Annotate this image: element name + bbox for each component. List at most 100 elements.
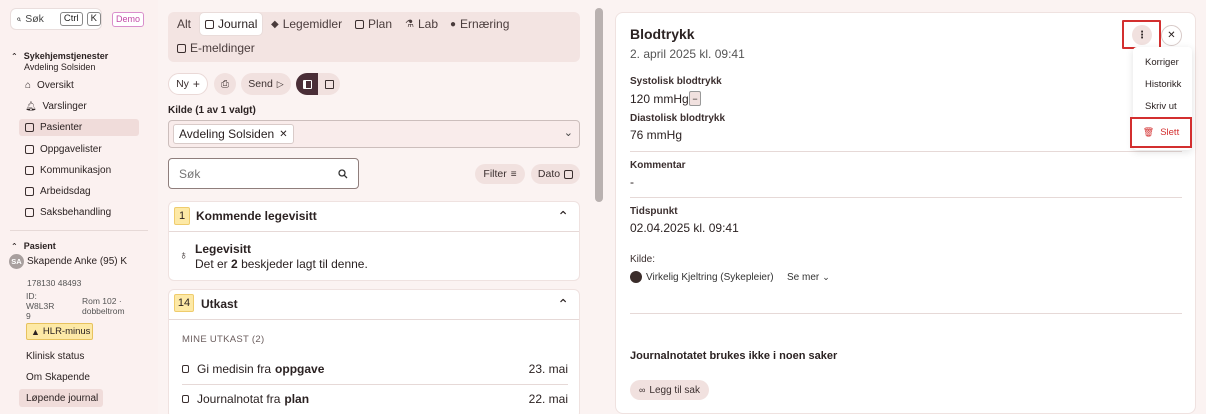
close-button[interactable]: ✕ [1161, 25, 1182, 46]
sidebar-item-pasienter[interactable]: Pasienter [19, 119, 139, 136]
chevron-up-icon[interactable]: ⌃ [557, 296, 569, 313]
tab-label: Plan [368, 17, 393, 31]
section-title: Sykehjemstjenester [23, 51, 109, 61]
draft-row[interactable]: Gi medisin fra oppgave 23. mai [182, 356, 568, 382]
tab-legemidler[interactable]: ◆ Legemidler [266, 13, 347, 35]
divider [630, 313, 1182, 314]
patient-nav-label: Løpende journal [26, 392, 99, 404]
divider [630, 197, 1182, 198]
list-view-toggle[interactable] [318, 73, 340, 95]
legevisitt-text-count: 2 [231, 257, 238, 271]
source-chip[interactable]: Avdeling Solsiden ✕ [173, 124, 294, 144]
drafts-count-badge: 14 [174, 294, 194, 312]
room-number: Rom 102 · [82, 296, 122, 306]
filter-label: Filter [483, 168, 507, 180]
date-label: Dato [537, 168, 561, 180]
draft-row-bold: plan [284, 392, 310, 406]
detail-title: Blodtrykk [630, 26, 695, 42]
draft-row-prefix: Gi medisin fra [197, 362, 272, 376]
split-view-toggle[interactable] [296, 73, 318, 95]
kbd-ctrl: Ctrl [59, 12, 83, 26]
patient-nav-lopende-journal[interactable]: Løpende journal [19, 389, 103, 407]
warning-icon: ▲ [31, 326, 40, 337]
tab-alt[interactable]: Alt [172, 13, 196, 35]
tab-lab[interactable]: ⚗︎ Lab [400, 13, 443, 35]
draft-row[interactable]: Journalnotat fra plan 22. mai [182, 386, 568, 412]
source-filter-label: Kilde (1 av 1 valgt) [168, 105, 256, 116]
kbd-k: K [86, 12, 101, 26]
patient-name: Skapende Anke (95) K [27, 256, 128, 267]
print-button[interactable]: ⎙ [214, 73, 236, 95]
systolic-flag[interactable]: − [689, 91, 701, 106]
demo-badge: Demo [112, 12, 145, 27]
sidebar-item-oppgavelister[interactable]: Oppgavelister [19, 141, 139, 158]
send-button[interactable]: Send ▷ [241, 73, 291, 95]
draft-row-date: 22. mai [528, 392, 568, 406]
divider [10, 230, 148, 231]
sidebar-item-varslinger[interactable]: 🔔︎ Varslinger [19, 98, 139, 115]
tab-ernaering[interactable]: ● Ernæring [445, 13, 514, 35]
add-case-button[interactable]: ∞ Legg til sak [630, 380, 709, 400]
scrollbar[interactable] [595, 8, 603, 202]
menu-item-label: Korriger [1145, 56, 1179, 68]
date-button[interactable]: Dato [531, 164, 580, 184]
source-select[interactable]: Avdeling Solsiden ✕ ⌄ [168, 120, 580, 148]
cases-text: Journalnotatet brukes ikke i noen saker [630, 350, 838, 362]
tab-plan[interactable]: Plan [350, 13, 397, 35]
upcoming-count-badge: 1 [174, 207, 190, 225]
sidebar-item-arbeidsdag[interactable]: Arbeidsdag [19, 183, 139, 200]
patient-section-title: Pasient [23, 241, 56, 251]
more-options-button[interactable]: ⋮ [1132, 25, 1152, 45]
patient-id-suffix: 9 [26, 311, 31, 321]
journal-icon [205, 19, 214, 29]
menu-item-historikk[interactable]: Historikk [1133, 73, 1192, 95]
patient-nav-klinisk-status[interactable]: Klinisk status [19, 347, 103, 365]
chevron-up-icon: ⌃ [11, 241, 18, 251]
tab-label: Ernæring [460, 17, 510, 31]
message-icon [177, 43, 186, 53]
patient-nav-label: Klinisk status [26, 350, 85, 362]
document-icon [182, 395, 189, 403]
legevisitt-title[interactable]: Legevisitt [195, 242, 251, 256]
filter-button[interactable]: Filter ≡ [475, 164, 525, 184]
search-input[interactable] [179, 165, 329, 183]
pill-icon: ◆ [271, 18, 279, 30]
see-more-button[interactable]: Se mer ⌄ [787, 272, 830, 283]
flask-icon: ⚗︎ [405, 18, 414, 30]
sidebar-item-kommunikasjon[interactable]: Kommunikasjon [19, 162, 139, 179]
search-icon [17, 17, 21, 21]
detail-datetime: 2. april 2025 kl. 09:41 [630, 47, 745, 61]
patient-nav-om-skapende[interactable]: Om Skapende [19, 368, 103, 386]
menu-item-label: Skriv ut [1145, 100, 1177, 112]
tab-e-meldinger[interactable]: E-meldinger [172, 37, 260, 59]
rows-icon [324, 79, 334, 89]
menu-item-korriger[interactable]: Korriger [1133, 51, 1192, 73]
systolic-label: Systolisk blodtrykk [630, 76, 722, 87]
briefcase-icon [25, 187, 34, 196]
chevron-up-icon[interactable]: ⌃ [557, 208, 569, 225]
tab-journal[interactable]: Journal [200, 13, 263, 35]
new-button[interactable]: Ny + [168, 73, 208, 95]
menu-item-label: Historikk [1145, 78, 1182, 90]
section-toggle[interactable]: ⌃ Sykehjemstjenester [11, 51, 108, 61]
patient-section-toggle[interactable]: ⌃ Pasient [11, 241, 56, 251]
sidebar-item-saksbehandling[interactable]: Saksbehandling [19, 204, 139, 221]
patient-id-label: ID: [26, 291, 37, 301]
global-search[interactable]: Søk Ctrl K [10, 8, 102, 30]
menu-item-slett[interactable]: 🗑︎ Slett [1130, 117, 1192, 148]
legevisitt-text-suffix: beskjeder lagt til denne. [241, 257, 368, 271]
upcoming-card: 1 Kommende legevisitt ⌃ ♁ Legevisitt Det… [168, 201, 580, 281]
see-more-label: Se mer [787, 272, 820, 283]
sidebar-item-oversikt[interactable]: ⌂ Oversikt [19, 77, 139, 94]
hlr-alert-badge: ▲ HLR-minus [26, 323, 93, 340]
bell-icon: 🔔︎ [25, 101, 37, 111]
menu-item-skriv-ut[interactable]: Skriv ut [1133, 95, 1192, 117]
drafts-title: Utkast [201, 297, 238, 311]
chevron-up-icon: ⌃ [11, 51, 18, 61]
tab-label: Legemidler [282, 17, 343, 31]
source-person[interactable]: Virkelig Kjeltring (Sykepleier) [646, 272, 774, 283]
source-chip-label: Avdeling Solsiden [179, 127, 275, 141]
close-icon[interactable]: ✕ [279, 129, 287, 140]
sidebar-item-label: Pasienter [40, 122, 83, 133]
search-input-wrap[interactable] [168, 158, 359, 189]
